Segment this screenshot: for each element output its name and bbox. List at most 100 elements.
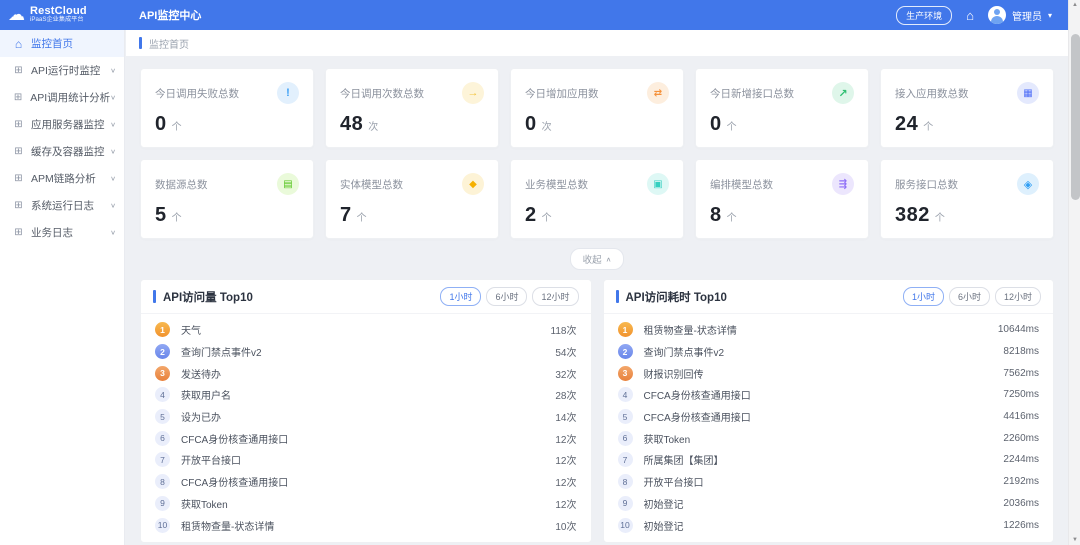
sidebar-item[interactable]: API调用统计分析 ∨ (0, 84, 124, 111)
rank-badge: 8 (618, 474, 633, 489)
top10-row: 8 开放平台接口 2192ms (618, 471, 1040, 493)
sidebar-item[interactable]: API运行时监控 ∨ (0, 57, 124, 84)
rank-badge: 2 (618, 344, 633, 359)
api-latency: 2036ms (1003, 498, 1039, 509)
stat-card: 实体模型总数 7 个 (325, 159, 499, 239)
api-count: 12次 (555, 431, 576, 446)
api-count: 32次 (555, 366, 576, 381)
time-tab[interactable]: 1小时 (903, 287, 944, 306)
scroll-up-icon[interactable]: ▲ (1069, 0, 1080, 10)
rank-badge: 7 (618, 452, 633, 467)
rank-badge: 9 (155, 496, 170, 511)
stat-card-unit: 个 (923, 118, 933, 133)
stat-card: 编排模型总数 8 个 (695, 159, 869, 239)
top10-row: 3 财报识别回传 7562ms (618, 362, 1040, 384)
api-latency: 1226ms (1003, 520, 1039, 531)
panel-title: API访问量 Top10 (163, 289, 440, 305)
time-tab[interactable]: 1小时 (440, 287, 481, 306)
top10-row: 2 查询门禁点事件v2 54次 (155, 341, 577, 363)
api-count: 118次 (551, 322, 577, 337)
user-name: 管理员 (1012, 8, 1042, 23)
api-name: CFCA身份核查通用接口 (644, 387, 1004, 402)
rank-badge: 4 (155, 387, 170, 402)
api-name: CFCA身份核查通用接口 (644, 409, 1004, 424)
panel-accent-bar (153, 290, 156, 303)
api-latency: 10644ms (998, 324, 1039, 335)
stat-card: 今日调用次数总数 48 次 (325, 68, 499, 148)
api-name: 查询门禁点事件v2 (181, 344, 555, 359)
api-name: 获取Token (181, 496, 555, 511)
sidebar-item[interactable]: 业务日志 ∨ (0, 219, 124, 246)
top10-row: 10 租赁物查量-状态详情 10次 (155, 514, 577, 536)
sidebar-item[interactable]: 系统运行日志 ∨ (0, 192, 124, 219)
stat-card-unit: 个 (727, 209, 737, 224)
menu-icon (13, 146, 24, 157)
stat-card-value: 0 (525, 113, 537, 136)
chevron-down-icon: ▾ (1048, 11, 1052, 20)
flow-icon (832, 173, 854, 195)
apps-grid-icon (1017, 82, 1039, 104)
stat-card-unit: 个 (727, 118, 737, 133)
time-tab[interactable]: 12小时 (532, 287, 578, 306)
breadcrumb-accent-bar (139, 37, 142, 49)
menu-icon (13, 173, 24, 184)
api-name: CFCA身份核查通用接口 (181, 431, 555, 446)
menu-icon (13, 119, 24, 130)
sidebar-item[interactable]: APM链路分析 ∨ (0, 165, 124, 192)
breadcrumb-label: 监控首页 (149, 36, 189, 51)
top10-row: 5 CFCA身份核查通用接口 4416ms (618, 406, 1040, 428)
top10-row: 4 获取用户名 28次 (155, 384, 577, 406)
rank-badge: 1 (155, 322, 170, 337)
api-name: 财报识别回传 (644, 366, 1004, 381)
stat-card-value: 7 (340, 204, 352, 227)
api-name: 天气 (181, 322, 551, 337)
sidebar-item-label: 监控首页 (31, 36, 116, 51)
top10-row: 7 所属集团【集团】 2244ms (618, 449, 1040, 471)
rank-badge: 6 (155, 431, 170, 446)
time-tab[interactable]: 6小时 (949, 287, 990, 306)
collapse-button[interactable]: 收起 ∧ (570, 248, 625, 270)
home-icon (13, 37, 24, 51)
stat-card: 今日调用失败总数 0 个 (140, 68, 314, 148)
chevron-down-icon: ∨ (110, 67, 116, 74)
environment-button[interactable]: 生产环境 (896, 6, 952, 25)
chevron-down-icon: ∨ (110, 94, 116, 101)
api-name: 初始登记 (644, 518, 1004, 533)
api-count: 12次 (555, 496, 576, 511)
time-range-tabs: 1小时 6小时 12小时 (440, 287, 578, 306)
sidebar-item[interactable]: 监控首页 (0, 30, 124, 57)
time-tab[interactable]: 6小时 (486, 287, 527, 306)
top10-row: 7 开放平台接口 12次 (155, 449, 577, 471)
time-range-tabs: 1小时 6小时 12小时 (903, 287, 1041, 306)
cloud-logo-icon: ☁ (8, 6, 25, 23)
scroll-down-icon[interactable]: ▼ (1069, 535, 1080, 545)
stat-card-unit: 个 (542, 209, 552, 224)
api-name: 发送待办 (181, 366, 555, 381)
stat-card-unit: 个 (357, 209, 367, 224)
stat-card: 服务接口总数 382 个 (880, 159, 1054, 239)
sidebar-item[interactable]: 应用服务器监控 ∨ (0, 111, 124, 138)
home-icon[interactable]: ⌂ (966, 8, 974, 23)
top10-row: 6 获取Token 2260ms (618, 427, 1040, 449)
panel-accent-bar (616, 290, 619, 303)
sidebar-item-label: 业务日志 (31, 225, 110, 240)
rank-badge: 5 (155, 409, 170, 424)
time-tab[interactable]: 12小时 (995, 287, 1041, 306)
restcloud-logo[interactable]: ☁ RestCloud iPaaS企业集成平台 (0, 6, 125, 24)
briefcase-icon (647, 173, 669, 195)
scrollbar-thumb[interactable] (1071, 34, 1080, 200)
user-menu[interactable]: 管理员 ▾ (988, 6, 1052, 24)
chevron-up-icon: ∧ (606, 255, 612, 262)
stat-card-label: 业务模型总数 (525, 177, 588, 192)
sidebar-item-label: APM链路分析 (31, 171, 110, 186)
sidebar-item-label: 系统运行日志 (31, 198, 110, 213)
api-name: 开放平台接口 (181, 452, 555, 467)
scrollbar[interactable]: ▲ ▼ (1068, 0, 1080, 545)
panel-title: API访问耗时 Top10 (626, 289, 903, 305)
sidebar-item[interactable]: 缓存及容器监控 ∨ (0, 138, 124, 165)
api-latency: 7562ms (1003, 368, 1039, 379)
api-latency: 7250ms (1003, 389, 1039, 400)
stat-card-value: 5 (155, 204, 167, 227)
api-count: 54次 (555, 344, 576, 359)
rank-badge: 1 (618, 322, 633, 337)
